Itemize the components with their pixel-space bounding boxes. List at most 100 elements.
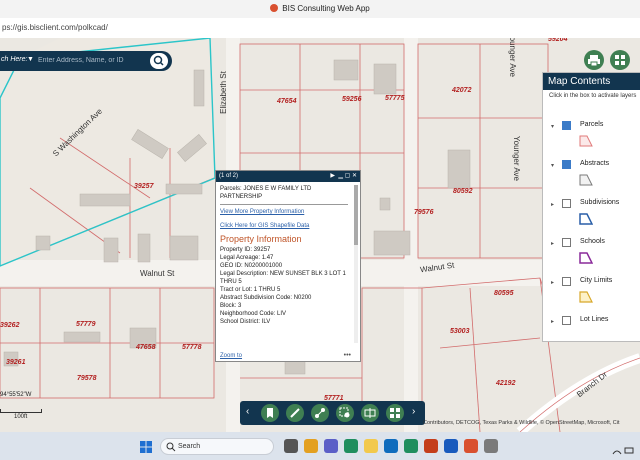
panel-title: Map Contents (543, 73, 640, 90)
field-geo-id: GEO ID: N0200001000 (220, 263, 283, 269)
url-text: ps://gis.bisclient.com/polkcad/ (2, 23, 108, 32)
copilot-icon[interactable] (304, 439, 318, 453)
taskbar-search[interactable]: Search (160, 438, 274, 455)
popup-scrollbar[interactable] (354, 185, 358, 343)
bookmark-icon (267, 408, 273, 418)
edge-icon[interactable] (344, 439, 358, 453)
schools-symbol-icon (579, 252, 593, 264)
search-icon (166, 442, 176, 452)
layer-label: Subdivisions (580, 199, 620, 206)
outlook-icon[interactable] (384, 439, 398, 453)
chevron-right-icon[interactable]: ▸ (551, 318, 554, 325)
swipe-button[interactable] (361, 404, 379, 422)
zoom-to-link[interactable]: Zoom to (220, 353, 242, 359)
lot-number: 59256 (342, 96, 362, 103)
task-view-icon[interactable] (284, 439, 298, 453)
parcels-checkbox[interactable] (562, 121, 606, 144)
field-property-id: Property ID: 39257 (220, 247, 271, 253)
select-button[interactable] (336, 404, 354, 422)
layer-city-limits[interactable]: ▸ City Limits (543, 276, 640, 312)
browser-icon[interactable] (464, 439, 478, 453)
close-icon[interactable]: ✕ (352, 173, 357, 179)
powerpoint-icon[interactable] (424, 439, 438, 453)
divider (220, 204, 348, 205)
lot-number: 42072 (452, 87, 472, 94)
search-icon (153, 55, 164, 66)
lot-number: 42192 (496, 380, 516, 387)
windows-start-icon[interactable] (140, 440, 152, 453)
measure-icon (315, 408, 325, 418)
system-tray[interactable] (612, 442, 634, 455)
lot-number: 57779 (76, 321, 96, 328)
maximize-icon[interactable]: ▢ (345, 173, 351, 179)
teams-icon[interactable] (324, 439, 338, 453)
abstracts-checkbox[interactable] (562, 160, 606, 183)
chevron-right-icon[interactable]: ▸ (551, 201, 554, 208)
panel-instruction: Click in the box to activate layers (549, 93, 637, 99)
layer-label: City Limits (580, 277, 613, 284)
lot-number: 39257 (134, 183, 154, 190)
lot-number: 47654 (277, 98, 297, 105)
layer-lot-lines[interactable]: ▸ Lot Lines (543, 315, 640, 351)
chevron-down-icon[interactable]: ▾ (551, 123, 554, 130)
popup-counter: (1 of 2) (219, 173, 239, 179)
schools-checkbox[interactable] (562, 238, 571, 247)
view-more-link[interactable]: View More Property Information (220, 208, 348, 216)
taskbar-search-placeholder: Search (178, 443, 201, 450)
layers-button[interactable] (386, 404, 404, 422)
popup-header: (1 of 2) ▶ ▁ ▢ ✕ (216, 171, 360, 182)
more-menu-icon[interactable]: ••• (344, 352, 351, 359)
lot-number: 39262 (0, 322, 20, 329)
coordinate-readout: 94°55'52"W (0, 392, 32, 398)
excel-icon[interactable] (404, 439, 418, 453)
search-button[interactable] (150, 53, 168, 69)
field-legal-description: Legal Description: NEW SUNSET BLK 3 LOT … (220, 271, 346, 285)
app-icon (270, 4, 279, 12)
address-bar[interactable]: ps://gis.bisclient.com/polkcad/ (0, 18, 640, 39)
property-popup: (1 of 2) ▶ ▁ ▢ ✕ Parcels: JONES E W FAMI… (215, 170, 361, 362)
file-explorer-icon[interactable] (364, 439, 378, 453)
field-acreage: Legal Acreage: 1.47 (220, 255, 274, 261)
chevron-right-icon[interactable]: › (412, 406, 415, 417)
street-label-elizabeth: Elizabeth St (218, 71, 228, 114)
scale-label: 100ft (14, 414, 28, 420)
measure-button[interactable] (311, 404, 329, 422)
lot-number: 79578 (77, 375, 97, 382)
lot-number: 79576 (414, 209, 434, 216)
print-button[interactable] (584, 50, 604, 70)
layer-schools[interactable]: ▸ Schools (543, 237, 640, 273)
app-icon[interactable] (484, 439, 498, 453)
map-attribution: Contributors, DETCOG, Texas Parks & Wild… (423, 420, 620, 426)
minimize-icon[interactable]: ▁ (338, 173, 343, 179)
draw-button[interactable] (286, 404, 304, 422)
basemap-button[interactable] (610, 50, 630, 70)
chevron-right-icon[interactable]: ▸ (551, 279, 554, 286)
layer-abstracts[interactable]: ▾ Abstracts (543, 159, 640, 195)
shapefile-link[interactable]: Click Here for GIS Shapefile Data (220, 222, 348, 230)
search-input[interactable] (38, 54, 146, 67)
layers-icon (390, 408, 400, 418)
search-type-dropdown[interactable]: ▼ (27, 56, 34, 63)
word-icon[interactable] (444, 439, 458, 453)
bookmark-button[interactable] (261, 404, 279, 422)
chevron-right-icon[interactable]: ▸ (551, 240, 554, 247)
map-contents-panel: Map Contents Click in the box to activat… (542, 72, 640, 342)
layer-subdivisions[interactable]: ▸ Subdivisions (543, 198, 640, 234)
city-limits-checkbox[interactable] (562, 277, 571, 286)
chevron-down-icon[interactable]: ▾ (551, 162, 554, 169)
layer-parcels[interactable]: ▾ Parcels (543, 120, 640, 156)
next-feature-icon[interactable]: ▶ (330, 173, 335, 179)
lot-number: 59204 (548, 38, 568, 43)
chevron-left-icon[interactable]: ‹ (246, 406, 249, 417)
layer-label: Lot Lines (580, 316, 609, 323)
map-view[interactable]: S Washington Ave Elizabeth St Walnut St … (0, 38, 640, 432)
lot-number: 57778 (182, 344, 202, 351)
select-icon (339, 407, 350, 418)
abstracts-symbol-icon (579, 174, 593, 186)
lot-lines-checkbox[interactable] (562, 316, 571, 325)
street-label-younger-mid: Younger Ave (511, 136, 521, 181)
field-neighborhood: Neighborhood Code: LIV (220, 311, 287, 317)
layer-label: Parcels (580, 121, 604, 128)
subdivisions-checkbox[interactable] (562, 199, 571, 208)
search-label: ch Here: (1, 56, 28, 63)
